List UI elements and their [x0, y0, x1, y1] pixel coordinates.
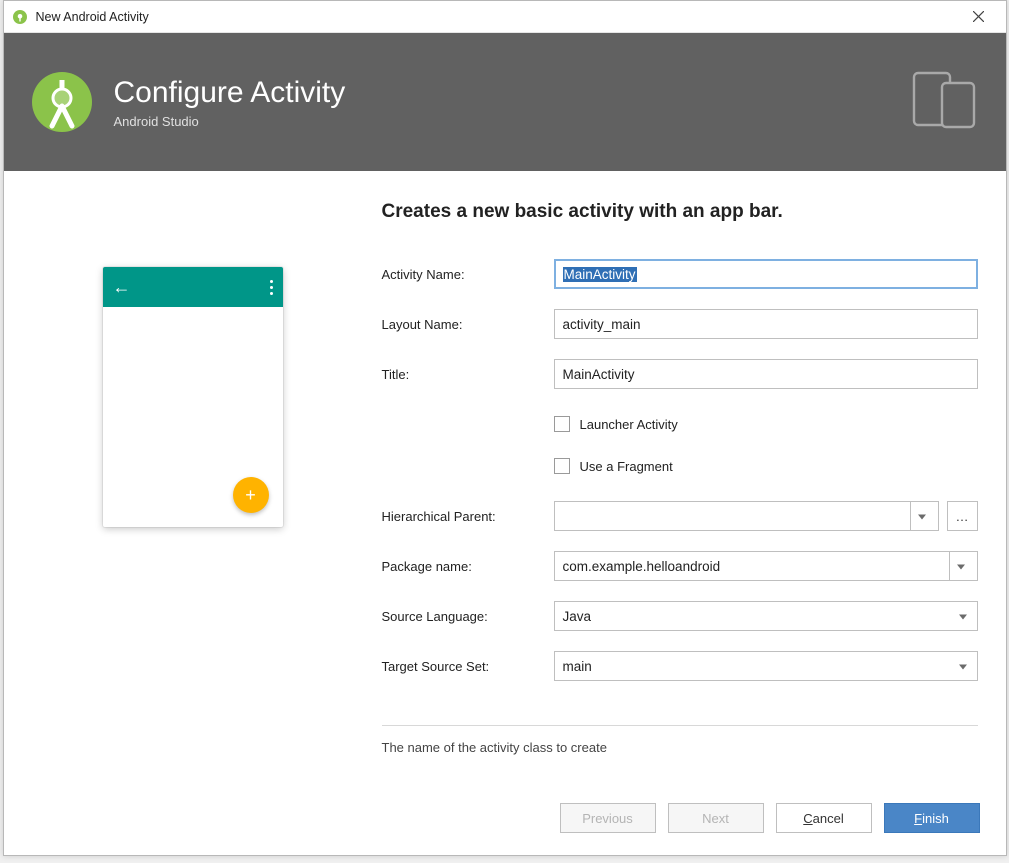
- devices-icon: [912, 71, 978, 134]
- titlebar: New Android Activity: [4, 1, 1006, 33]
- window-title: New Android Activity: [36, 10, 956, 24]
- hierarchical-parent-input[interactable]: [563, 502, 910, 530]
- dialog-window: New Android Activity Configure Activity …: [3, 0, 1007, 856]
- fab-icon: +: [233, 477, 269, 513]
- form-description: Creates a new basic activity with an app…: [382, 201, 978, 223]
- target-source-set-label: Target Source Set:: [382, 659, 554, 674]
- package-name-label: Package name:: [382, 559, 554, 574]
- checkbox-icon: [554, 416, 570, 432]
- package-name-combo[interactable]: [554, 551, 978, 581]
- browse-button[interactable]: …: [947, 501, 978, 531]
- use-fragment-checkbox[interactable]: Use a Fragment: [554, 458, 673, 474]
- launcher-activity-label: Launcher Activity: [580, 417, 678, 432]
- preview-appbar: ←: [103, 267, 283, 307]
- cancel-button[interactable]: Cancel: [776, 803, 872, 833]
- launcher-activity-checkbox[interactable]: Launcher Activity: [554, 416, 678, 432]
- hierarchical-parent-label: Hierarchical Parent:: [382, 509, 554, 524]
- activity-name-input[interactable]: MainActivity: [554, 259, 978, 289]
- android-studio-logo: [30, 70, 94, 134]
- android-studio-icon: [12, 9, 28, 25]
- target-source-set-select[interactable]: main: [554, 651, 978, 681]
- hierarchical-parent-combo[interactable]: [554, 501, 939, 531]
- header-banner: Configure Activity Android Studio: [4, 33, 1006, 171]
- previous-button: Previous: [560, 803, 656, 833]
- banner-subtitle: Android Studio: [114, 114, 346, 129]
- title-label: Title:: [382, 367, 554, 382]
- finish-button[interactable]: Finish: [884, 803, 980, 833]
- package-name-input[interactable]: [563, 552, 949, 580]
- banner-title: Configure Activity: [114, 76, 346, 110]
- title-input[interactable]: [554, 359, 978, 389]
- activity-name-label: Activity Name:: [382, 267, 554, 282]
- form-column: Creates a new basic activity with an app…: [382, 171, 1006, 785]
- main-content: ← + Creates a new basic activity with an…: [4, 171, 1006, 785]
- checkbox-icon: [554, 458, 570, 474]
- use-fragment-label: Use a Fragment: [580, 459, 673, 474]
- source-language-select[interactable]: Java: [554, 601, 978, 631]
- source-language-label: Source Language:: [382, 609, 554, 624]
- next-button: Next: [668, 803, 764, 833]
- preview-column: ← +: [4, 171, 382, 785]
- hint-text: The name of the activity class to create: [382, 725, 978, 755]
- dialog-footer: Previous Next Cancel Finish: [4, 785, 1006, 855]
- overflow-menu-icon: [270, 280, 273, 295]
- layout-name-input[interactable]: [554, 309, 978, 339]
- banner-heading: Configure Activity Android Studio: [114, 76, 346, 129]
- chevron-down-icon[interactable]: [910, 502, 938, 530]
- chevron-down-icon[interactable]: [949, 552, 977, 580]
- back-arrow-icon: ←: [113, 277, 131, 298]
- close-button[interactable]: [956, 2, 1002, 32]
- layout-name-label: Layout Name:: [382, 317, 554, 332]
- activity-preview: ← +: [103, 267, 283, 527]
